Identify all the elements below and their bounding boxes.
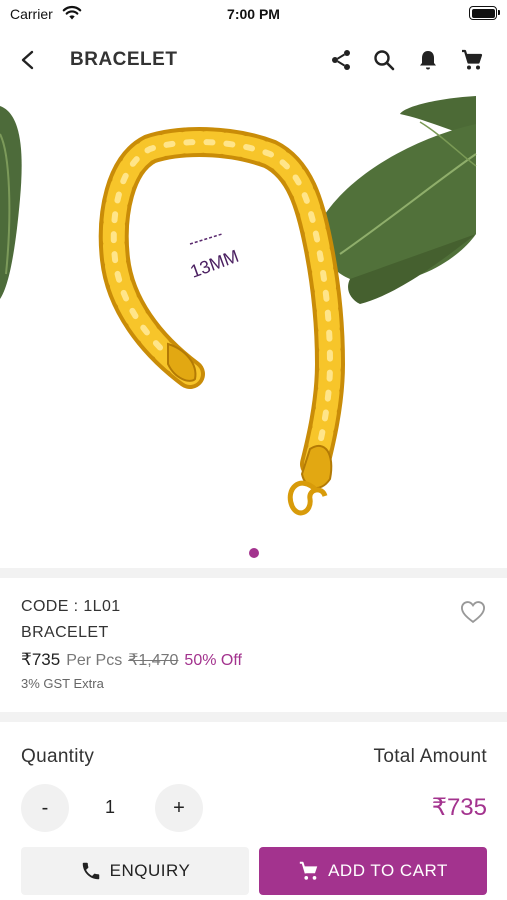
page-title: BRACELET [70, 49, 178, 70]
enquiry-button[interactable]: ENQUIRY [21, 847, 249, 895]
leaf-left-image [0, 106, 22, 299]
clasp-hook [287, 480, 328, 516]
section-divider [0, 568, 507, 578]
status-bar: Carrier 7:00 PM [0, 0, 507, 28]
product-code: CODE : 1L01 [21, 598, 121, 615]
quantity-increment-button[interactable]: + [155, 784, 203, 832]
measure-label: 13MM [188, 246, 242, 282]
product-image-gallery[interactable]: 13MM [0, 94, 507, 564]
cart-icon[interactable] [458, 46, 486, 74]
bracelet-chain-image [98, 127, 346, 479]
gst-note: 3% GST Extra [21, 676, 104, 691]
measure-line [189, 233, 223, 245]
add-to-cart-button[interactable]: ADD TO CART [259, 847, 487, 895]
total-amount-label: Total Amount [373, 746, 487, 767]
bell-icon[interactable] [414, 46, 442, 74]
app-header: BRACELET [0, 36, 507, 84]
battery-icon [469, 6, 500, 20]
price-current: ₹735 [21, 650, 61, 669]
pager-dot-active[interactable] [249, 548, 259, 558]
price-row: ₹735 Per Pcs ₹1,470 50% Off [21, 650, 242, 670]
quantity-label: Quantity [21, 746, 95, 767]
quantity-value: 1 [104, 797, 115, 817]
price-unit: Per Pcs [66, 652, 123, 669]
share-icon[interactable] [327, 46, 355, 74]
cart-icon [299, 861, 318, 880]
heart-icon[interactable] [459, 598, 487, 626]
quantity-decrement-button[interactable]: - [21, 784, 69, 832]
search-icon[interactable] [370, 46, 398, 74]
product-image: 13MM [0, 94, 477, 516]
status-time: 7:00 PM [227, 6, 280, 22]
add-to-cart-label: ADD TO CART [328, 861, 448, 880]
price-original: ₹1,470 [128, 652, 179, 669]
product-name: BRACELET [21, 624, 109, 641]
section-divider [0, 712, 507, 722]
back-icon[interactable] [14, 46, 42, 74]
phone-icon [82, 862, 99, 880]
enquiry-label: ENQUIRY [109, 861, 191, 880]
total-amount-value: ₹735 [431, 794, 487, 821]
leaf-right-image [319, 94, 477, 304]
discount-label: 50% Off [184, 652, 242, 669]
